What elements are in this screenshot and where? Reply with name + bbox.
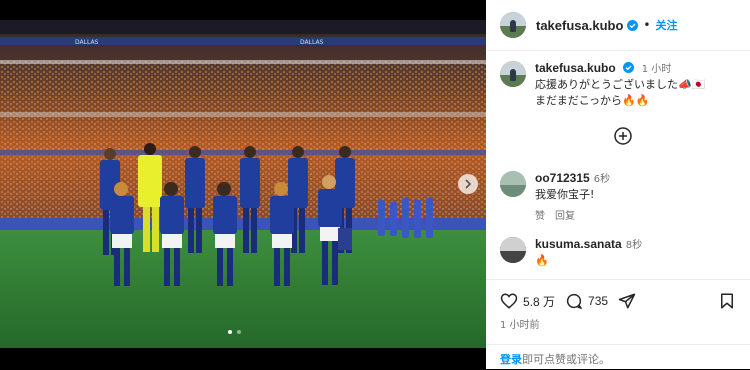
comment-item: kusuma.sanata 8秒 🔥 [500, 237, 745, 269]
reply-comment-button[interactable]: 回复 [555, 211, 575, 222]
share-icon[interactable] [618, 292, 636, 310]
caption-username[interactable]: takefusa.kubo [535, 61, 616, 75]
author-username[interactable]: takefusa.kubo [536, 18, 623, 33]
post-actions: 5.8 万 735 [500, 290, 736, 312]
carousel-dot[interactable] [237, 330, 241, 334]
carousel-dot[interactable] [228, 330, 232, 334]
caption-line-2: まだまだこっから🔥🔥 [535, 94, 650, 107]
chevron-right-icon [465, 179, 472, 189]
comment-username[interactable]: kusuma.sanata [535, 237, 622, 251]
post-footer: 5.8 万 735 1 小时前 登录即可点赞或评论。 [486, 279, 750, 370]
comment-username[interactable]: oo712315 [535, 171, 590, 185]
banner-text: DALLAS [75, 39, 99, 46]
verified-badge-icon [627, 19, 639, 31]
caption-time: 1 小时 [641, 64, 672, 75]
like-count: 5.8 万 [523, 294, 556, 309]
commenter-avatar[interactable] [500, 171, 526, 197]
login-link[interactable]: 登录 [500, 353, 522, 366]
post-header: takefusa.kubo • 关注 [486, 0, 750, 51]
comment-text: 我爱你宝子! [535, 188, 595, 201]
caption: takefusa.kubo 1 小时 応援ありがとうございました📣🇯🇵 まだまだ… [500, 61, 745, 109]
comment-text: 🔥 [535, 254, 549, 267]
post-timestamp: 1 小时前 [500, 320, 540, 331]
comment-icon[interactable] [565, 292, 583, 310]
login-prompt: 登录即可点赞或评论。 [486, 344, 750, 367]
caption-line-1: 応援ありがとうございました📣🇯🇵 [535, 78, 706, 91]
carousel-dots [228, 330, 241, 334]
comment-item: oo712315 6秒 我爱你宝子! 赞回复 [500, 171, 745, 222]
commenter-avatar[interactable] [500, 237, 526, 263]
bookmark-icon[interactable] [718, 292, 736, 310]
team-photo: DALLAS DALLAS [0, 20, 486, 348]
banner-text-2: DALLAS [300, 39, 324, 46]
post-side-panel: takefusa.kubo • 关注 takefusa.kubo 1 小时 応援… [486, 0, 750, 369]
comment-time: 8秒 [625, 240, 643, 251]
login-suffix: 即可点赞或评论。 [522, 353, 610, 366]
author-avatar[interactable] [500, 61, 526, 87]
separator-dot: • [643, 18, 651, 32]
comment-count: 735 [588, 294, 609, 308]
post-media: DALLAS DALLAS [0, 0, 486, 369]
comments-section: takefusa.kubo 1 小时 応援ありがとうございました📣🇯🇵 まだまだ… [486, 51, 750, 279]
heart-icon[interactable] [500, 292, 518, 310]
like-comment-button[interactable]: 赞 [535, 211, 545, 222]
comment-time: 6秒 [593, 174, 611, 185]
author-avatar[interactable] [500, 12, 526, 38]
next-image-button[interactable] [458, 174, 478, 194]
load-more-comments-icon[interactable] [614, 127, 632, 145]
follow-button[interactable]: 关注 [656, 17, 678, 33]
verified-badge-icon [623, 62, 635, 73]
instagram-post-window: DALLAS DALLAS takefusa.kubo • 关注 takefus… [0, 0, 750, 369]
